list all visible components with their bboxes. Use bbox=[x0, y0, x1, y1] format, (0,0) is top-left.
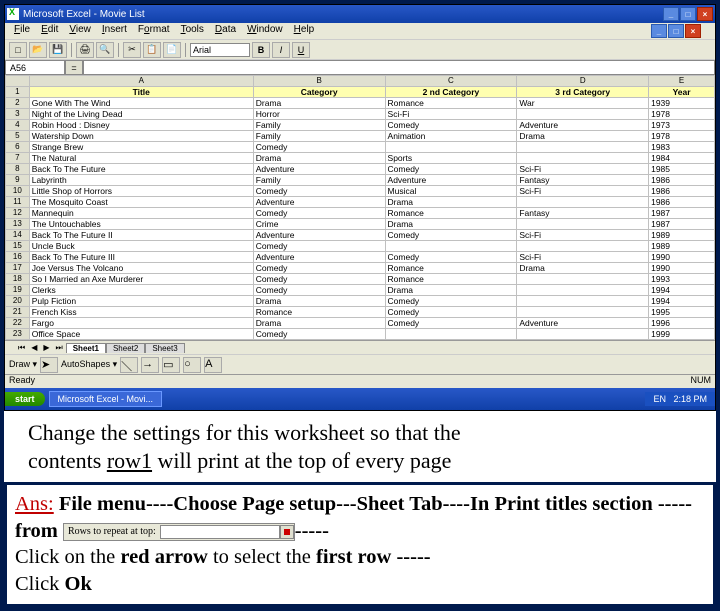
rows-repeat-label: Rows to repeat at top: bbox=[64, 525, 160, 538]
draw-label[interactable]: Draw ▾ bbox=[9, 359, 37, 370]
open-icon[interactable]: 📂 bbox=[29, 42, 47, 58]
sheet-tab-2[interactable]: Sheet2 bbox=[106, 343, 145, 353]
menu-window[interactable]: Window bbox=[242, 24, 288, 38]
underline-button[interactable]: U bbox=[292, 42, 310, 58]
doc-minimize-button[interactable]: _ bbox=[651, 24, 667, 38]
menu-edit[interactable]: Edit bbox=[36, 24, 63, 38]
arrow-icon[interactable]: → bbox=[141, 357, 159, 373]
menu-file[interactable]: File bbox=[9, 24, 35, 38]
save-icon[interactable]: 💾 bbox=[49, 42, 67, 58]
table-row[interactable]: 4Robin Hood : DisneyFamilyComedyAdventur… bbox=[6, 120, 715, 131]
table-row[interactable]: 22FargoDramaComedyAdventure1996 bbox=[6, 318, 715, 329]
cut-icon[interactable]: ✂ bbox=[123, 42, 141, 58]
bold-button[interactable]: B bbox=[252, 42, 270, 58]
formula-bar[interactable] bbox=[83, 60, 715, 75]
sheet-tab-3[interactable]: Sheet3 bbox=[145, 343, 184, 353]
table-row[interactable]: 9LabyrinthFamilyAdventureFantasy1986 bbox=[6, 175, 715, 186]
status-num: NUM bbox=[691, 375, 712, 388]
table-row[interactable]: 3Night of the Living DeadHorrorSci-Fi197… bbox=[6, 109, 715, 120]
status-bar: Ready NUM bbox=[5, 374, 715, 388]
sheet-tab-1[interactable]: Sheet1 bbox=[66, 343, 106, 353]
name-box[interactable]: A56 bbox=[5, 60, 65, 75]
table-row[interactable]: 7The NaturalDramaSports1984 bbox=[6, 153, 715, 164]
table-row[interactable]: 16Back To The Future IIIAdventureComedyS… bbox=[6, 252, 715, 263]
doc-name: Movie List bbox=[100, 9, 145, 20]
table-row[interactable]: 14Back To The Future IIAdventureComedySc… bbox=[6, 230, 715, 241]
oval-icon[interactable]: ○ bbox=[183, 357, 201, 373]
maximize-button[interactable]: □ bbox=[680, 7, 696, 21]
toolbar-drawing: Draw ▾ ➤ AutoShapes ▾ ＼ → ▭ ○ A bbox=[5, 354, 715, 374]
rows-repeat-field[interactable] bbox=[160, 525, 280, 539]
answer-box: Ans: File menu----Choose Page setup---Sh… bbox=[4, 482, 716, 607]
menu-help[interactable]: Help bbox=[289, 24, 320, 38]
tab-last-icon[interactable]: ⏭ bbox=[53, 343, 66, 353]
tray-clock: 2:18 PM bbox=[673, 394, 707, 404]
table-row[interactable]: 5Watership DownFamilyAnimationDrama1978 bbox=[6, 131, 715, 142]
select-icon[interactable]: ➤ bbox=[40, 357, 58, 373]
toolbar-formatting: □ 📂 💾 🖨 🔍 ✂ 📋 📄 Arial B I U bbox=[5, 39, 715, 59]
print-icon[interactable]: 🖨 bbox=[76, 42, 94, 58]
taskbar-app[interactable]: Microsoft Excel - Movi... bbox=[49, 391, 163, 407]
sheet-tabs: ⏮ ◀ ▶ ⏭ Sheet1 Sheet2 Sheet3 bbox=[5, 340, 715, 354]
tray-lang: EN bbox=[653, 394, 666, 404]
table-row[interactable]: 8Back To The FutureAdventureComedySci-Fi… bbox=[6, 164, 715, 175]
minimize-button[interactable]: _ bbox=[663, 7, 679, 21]
status-ready: Ready bbox=[9, 375, 35, 388]
menu-insert[interactable]: Insert bbox=[97, 24, 132, 38]
table-row[interactable]: 15Uncle BuckComedy1989 bbox=[6, 241, 715, 252]
question-text: Change the settings for this worksheet s… bbox=[4, 411, 716, 482]
taskbar: start Microsoft Excel - Movi... EN 2:18 … bbox=[5, 388, 715, 410]
doc-maximize-button[interactable]: □ bbox=[668, 24, 684, 38]
font-select[interactable]: Arial bbox=[190, 43, 250, 57]
table-row[interactable]: 18So I Married an Axe MurdererComedyRoma… bbox=[6, 274, 715, 285]
table-row[interactable]: 6Strange BrewComedy1983 bbox=[6, 142, 715, 153]
table-row[interactable]: 20Pulp FictionDramaComedy1994 bbox=[6, 296, 715, 307]
rect-icon[interactable]: ▭ bbox=[162, 357, 180, 373]
table-row[interactable]: 21French KissRomanceComedy1995 bbox=[6, 307, 715, 318]
textbox-icon[interactable]: A bbox=[204, 357, 222, 373]
fx-button[interactable]: = bbox=[65, 60, 83, 75]
tab-next-icon[interactable]: ▶ bbox=[40, 343, 52, 352]
title-bar: Microsoft Excel - Movie List _ □ × bbox=[5, 5, 715, 23]
table-row[interactable]: 2Gone With The WindDramaRomanceWar1939 bbox=[6, 98, 715, 109]
menu-view[interactable]: View bbox=[64, 24, 96, 38]
table-row[interactable]: 12MannequinComedyRomanceFantasy1987 bbox=[6, 208, 715, 219]
menubar: File Edit View Insert Format Tools Data … bbox=[5, 23, 715, 39]
line-icon[interactable]: ＼ bbox=[120, 357, 138, 373]
table-row[interactable]: 11The Mosquito CoastAdventureDrama1986 bbox=[6, 197, 715, 208]
collapse-dialog-icon[interactable] bbox=[280, 525, 294, 539]
table-row[interactable]: 23Office SpaceComedy1999 bbox=[6, 329, 715, 340]
copy-icon[interactable]: 📋 bbox=[143, 42, 161, 58]
rows-repeat-control: Rows to repeat at top: bbox=[63, 523, 295, 541]
menu-format[interactable]: Format bbox=[133, 24, 175, 38]
worksheet-area[interactable]: ABCDE1TitleCategory2 nd Category3 rd Cat… bbox=[5, 75, 715, 340]
italic-button[interactable]: I bbox=[272, 42, 290, 58]
doc-close-button[interactable]: × bbox=[685, 24, 701, 38]
start-button[interactable]: start bbox=[5, 392, 45, 406]
app-name: Microsoft Excel bbox=[23, 9, 91, 20]
table-row[interactable]: 19ClerksComedyDrama1994 bbox=[6, 285, 715, 296]
menu-data[interactable]: Data bbox=[210, 24, 241, 38]
close-button[interactable]: × bbox=[697, 7, 713, 21]
answer-label: Ans: bbox=[15, 493, 54, 515]
preview-icon[interactable]: 🔍 bbox=[96, 42, 114, 58]
table-row[interactable]: 10Little Shop of HorrorsComedyMusicalSci… bbox=[6, 186, 715, 197]
tab-prev-icon[interactable]: ◀ bbox=[28, 343, 40, 352]
table-row[interactable]: 17Joe Versus The VolcanoComedyRomanceDra… bbox=[6, 263, 715, 274]
autoshapes-label[interactable]: AutoShapes ▾ bbox=[61, 359, 117, 370]
paste-icon[interactable]: 📄 bbox=[163, 42, 181, 58]
menu-tools[interactable]: Tools bbox=[176, 24, 209, 38]
excel-icon bbox=[7, 8, 19, 20]
tab-first-icon[interactable]: ⏮ bbox=[15, 343, 28, 353]
new-icon[interactable]: □ bbox=[9, 42, 27, 58]
table-row[interactable]: 13The UntouchablesCrimeDrama1987 bbox=[6, 219, 715, 230]
